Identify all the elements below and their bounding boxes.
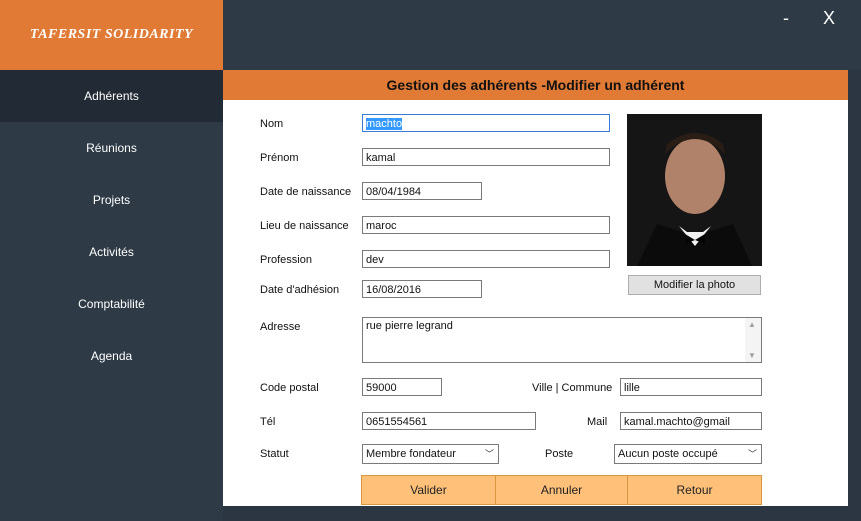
sidebar-item-label: Activités	[89, 245, 134, 259]
sidebar-item-label: Projets	[92, 193, 131, 207]
annuler-button[interactable]: Annuler	[495, 475, 628, 505]
date-adhesion-field[interactable]: 16/08/2016	[362, 280, 482, 298]
title-bar: - X	[223, 0, 861, 70]
poste-value: Aucun poste occupé	[618, 448, 718, 460]
date-adhesion-label: Date d'adhésion	[260, 284, 340, 296]
prenom-label: Prénom	[260, 152, 299, 164]
member-photo	[627, 114, 762, 266]
ville-label: Ville | Commune	[532, 382, 613, 394]
sidebar-item-label: Adhérents	[84, 89, 139, 103]
ville-field[interactable]: lille	[620, 378, 762, 396]
statut-select[interactable]: Membre fondateur ﹀	[362, 444, 499, 464]
adresse-field[interactable]: rue pierre legrand ▲ ▼	[362, 317, 762, 363]
profession-field[interactable]: dev	[362, 250, 610, 268]
adresse-value: rue pierre legrand	[366, 320, 453, 332]
statut-label: Statut	[260, 448, 289, 460]
chevron-down-icon: ﹀	[484, 449, 494, 459]
sidebar-item-comptabilite[interactable]: Comptabilité	[0, 278, 223, 330]
valider-button[interactable]: Valider	[361, 475, 496, 505]
poste-select[interactable]: Aucun poste occupé ﹀	[614, 444, 762, 464]
scroll-down-icon[interactable]: ▼	[748, 351, 756, 360]
nom-field[interactable]: machto	[362, 114, 610, 132]
chevron-down-icon: ﹀	[747, 449, 757, 459]
retour-button[interactable]: Retour	[627, 475, 762, 505]
sidebar-item-label: Agenda	[90, 349, 133, 363]
close-button[interactable]: X	[823, 8, 835, 29]
sidebar-item-label: Réunions	[86, 141, 137, 155]
mail-field[interactable]: kamal.machto@gmail	[620, 412, 762, 430]
prenom-field[interactable]: kamal	[362, 148, 610, 166]
nom-value: machto	[366, 118, 403, 130]
scroll-up-icon[interactable]: ▲	[748, 320, 756, 329]
portrait-image	[627, 114, 762, 266]
page-title: Gestion des adhérents -Modifier un adhér…	[223, 70, 848, 100]
tel-label: Tél	[260, 416, 276, 428]
code-postal-label: Code postal	[260, 382, 319, 394]
code-postal-field[interactable]: 59000	[362, 378, 442, 396]
poste-label: Poste	[545, 448, 574, 460]
app-brand: TAFERSIT SOLIDARITY	[0, 0, 223, 70]
sidebar-item-adherents[interactable]: Adhérents	[0, 70, 223, 122]
sidebar-item-projets[interactable]: Projets	[0, 174, 223, 226]
adresse-scrollbar[interactable]: ▲ ▼	[745, 318, 761, 362]
date-naissance-field[interactable]: 08/04/1984	[362, 182, 482, 200]
profession-label: Profession	[260, 254, 312, 266]
sidebar-item-label: Comptabilité	[78, 297, 145, 311]
brand-title: TAFERSIT SOLIDARITY	[29, 27, 194, 42]
tel-field[interactable]: 0651554561	[362, 412, 536, 430]
statut-value: Membre fondateur	[366, 448, 456, 460]
lieu-naissance-label: Lieu de naissance	[260, 220, 349, 232]
nom-label: Nom	[260, 118, 284, 130]
mail-label: Mail	[587, 416, 608, 428]
sidebar-item-agenda[interactable]: Agenda	[0, 330, 223, 382]
sidebar-item-activites[interactable]: Activités	[0, 226, 223, 278]
sidebar: Adhérents Réunions Projets Activités Com…	[0, 70, 223, 521]
modifier-photo-button[interactable]: Modifier la photo	[628, 275, 761, 295]
lieu-naissance-field[interactable]: maroc	[362, 216, 610, 234]
sidebar-item-reunions[interactable]: Réunions	[0, 122, 223, 174]
main-panel: Gestion des adhérents -Modifier un adhér…	[223, 70, 848, 506]
minimize-button[interactable]: -	[783, 8, 789, 29]
date-naissance-label: Date de naissance	[260, 186, 352, 198]
adresse-label: Adresse	[260, 321, 301, 333]
